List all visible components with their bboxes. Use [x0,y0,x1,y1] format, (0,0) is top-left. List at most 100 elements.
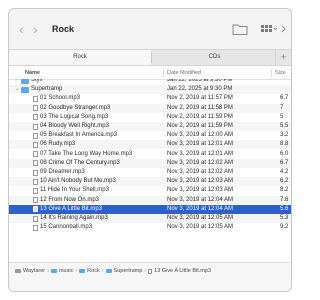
audio-file-icon [33,105,38,112]
file-name: 12 From Now On.mp3 [40,196,100,203]
audio-file-icon [33,95,38,102]
date-modified: Nov 3, 2019 at 12:03 AM [167,187,234,194]
tab-cds[interactable]: CDs [152,50,277,65]
title-bar: ‹ › Rock [9,9,291,49]
file-size: 6.7 [280,95,289,102]
audio-file-icon [33,160,38,167]
file-name: 09 Dreamer.mp3 [40,169,85,175]
file-name: 07 Take The Long Way Home.mp3 [40,150,133,157]
path-bar: Wayfarer › music › Rock › Supertramp › 13 Give A… [9,262,291,291]
date-modified: Nov 2, 2019 at 11:57 PM [167,95,233,102]
file-size: 3.2 [280,132,289,139]
file-row[interactable]: 01 School.mp3 Nov 2, 2019 at 11:57 PM 6.7 [9,94,291,103]
file-name: 14 It's Raining Again.mp3 [40,215,108,221]
folder-icon [21,79,29,84]
file-row[interactable]: 04 Bloody Well Right.mp3 Nov 2, 2019 at 1… [9,122,291,131]
back-button[interactable]: ‹ [19,22,24,36]
grid-view-icon[interactable] [259,22,277,36]
folder-icon [105,268,112,274]
file-row[interactable]: 09 Dreamer.mp3 Nov 3, 2019 at 12:02 AM 4.2 [9,168,291,177]
new-tab-button[interactable]: + [275,50,291,65]
audio-file-icon [33,114,38,121]
date-modified: Nov 2, 2019 at 11:59 PM [167,123,233,129]
file-name: 08 Crime Of The Century.mp3 [40,159,120,166]
file-row[interactable]: 05 Breakfast In America.mp3 Nov 3, 2019 a… [9,131,291,140]
file-row[interactable]: 11 Hide In Your Shell.mp3 Nov 3, 2019 at … [9,186,291,195]
column-divider [271,69,272,77]
column-date-modified[interactable]: Date Modified [167,70,201,76]
column-divider [163,69,164,77]
file-name: 06 Rudy.mp3 [40,141,76,148]
date-modified: Nov 3, 2019 at 12:00 AM [167,132,234,139]
file-name: 10 Ain't Nobody But Me.mp3 [40,178,116,185]
file-name: 15 Cannonball.mp3 [40,224,93,231]
date-modified: Jan 22, 2025 at 9:30 PM [167,86,233,93]
file-size: 5.5 [280,123,289,129]
audio-file-icon [33,169,38,176]
column-size[interactable]: Size [275,70,286,76]
audio-file-icon [33,197,38,204]
file-size: 8.8 [280,141,289,148]
file-size: 8.2 [280,187,289,194]
file-row[interactable]: 07 Take The Long Way Home.mp3 Nov 3, 2019… [9,150,291,159]
path-item[interactable]: 13 Give A Little Bit.mp3 [154,268,211,274]
path-separator-icon: › [75,268,78,274]
file-row[interactable]: 13 Give A Little Bit.mp3 Nov 3, 2019 at 1… [9,204,291,214]
folder-icon [21,87,29,93]
audio-file-icon [33,132,38,139]
path-item[interactable]: Supertramp [114,268,143,274]
date-modified: Jan 22, 2025 at 9:30 PM [167,79,233,83]
folder-row[interactable]: ⌄ Supertramp Jan 22, 2025 at 9:30 PM [9,85,291,95]
file-row[interactable]: 12 From Now On.mp3 Nov 3, 2019 at 12:04 A… [9,195,291,205]
path-item[interactable]: Wayfarer [23,268,45,274]
date-modified: Nov 3, 2019 at 12:01 AM [167,150,234,157]
file-name: 11 Hide In Your Shell.mp3 [40,187,109,194]
chevron-icon[interactable] [279,22,289,36]
folder-icon[interactable] [231,22,249,36]
path-separator-icon: › [144,268,147,274]
date-modified: Nov 3, 2019 at 12:02 AM [167,159,234,166]
disclosure-expanded-icon[interactable]: ⌄ [15,85,20,94]
audio-file-icon [33,141,38,148]
forward-button[interactable]: › [33,22,38,36]
tab-rock[interactable]: Rock [9,50,151,65]
column-name[interactable]: Name [25,70,40,76]
disclosure-collapsed-icon[interactable]: › [15,79,17,85]
file-name: Supertramp [31,86,63,93]
file-size: 5.6 [280,205,289,212]
file-row[interactable]: 10 Ain't Nobody But Me.mp3 Nov 3, 2019 at… [9,177,291,187]
date-modified: Nov 2, 2019 at 11:58 PM [167,104,233,111]
file-size: 6.7 [280,159,289,166]
file-size: 5.3 [280,215,289,221]
audio-file-icon [33,178,38,185]
audio-file-icon [33,123,38,130]
finder-window: ‹ › Rock Rock CDs + Name Date Modified S… [8,8,292,292]
breadcrumb: Wayfarer › music › Rock › Supertramp › 13 Give A… [15,268,211,274]
file-name: 05 Breakfast In America.mp3 [40,132,118,139]
folder-icon [50,268,57,274]
file-size: 7.6 [280,196,289,203]
file-row[interactable]: 03 The Logical Song.mp3 Nov 2, 2019 at 11… [9,113,291,122]
file-name: 03 The Logical Song.mp3 [40,113,109,120]
tab-bar: Rock CDs + [9,49,291,66]
file-row[interactable]: 15 Cannonball.mp3 Nov 3, 2019 at 12:05 AM… [9,223,291,232]
folder-row[interactable]: › Styx Jan 22, 2025 at 9:30 PM [9,79,291,85]
file-size: 6.2 [280,178,289,185]
date-modified: Nov 3, 2019 at 12:04 AM [167,196,234,203]
audio-file-icon [33,187,38,194]
file-row[interactable]: 14 It's Raining Again.mp3 Nov 3, 2019 at … [9,214,291,223]
file-size: 6.0 [280,150,289,157]
file-size: 5 [280,113,284,120]
date-modified: Nov 3, 2019 at 12:01 AM [167,141,234,148]
path-item[interactable]: music [59,268,73,274]
file-row[interactable]: 08 Crime Of The Century.mp3 Nov 3, 2019 a… [9,158,291,168]
window-title: Rock [52,24,75,34]
audio-file-icon [33,206,38,213]
date-modified: Nov 3, 2019 at 12:02 AM [167,169,234,175]
file-size: 7 [280,104,284,111]
path-item[interactable]: Rock [87,268,100,274]
file-row[interactable]: 02 Goodbye Stranger.mp3 Nov 2, 2019 at 11… [9,103,291,113]
drive-icon [15,268,21,274]
file-row[interactable]: 06 Rudy.mp3 Nov 3, 2019 at 12:01 AM 8.8 [9,140,291,150]
file-name: 04 Bloody Well Right.mp3 [40,123,109,129]
